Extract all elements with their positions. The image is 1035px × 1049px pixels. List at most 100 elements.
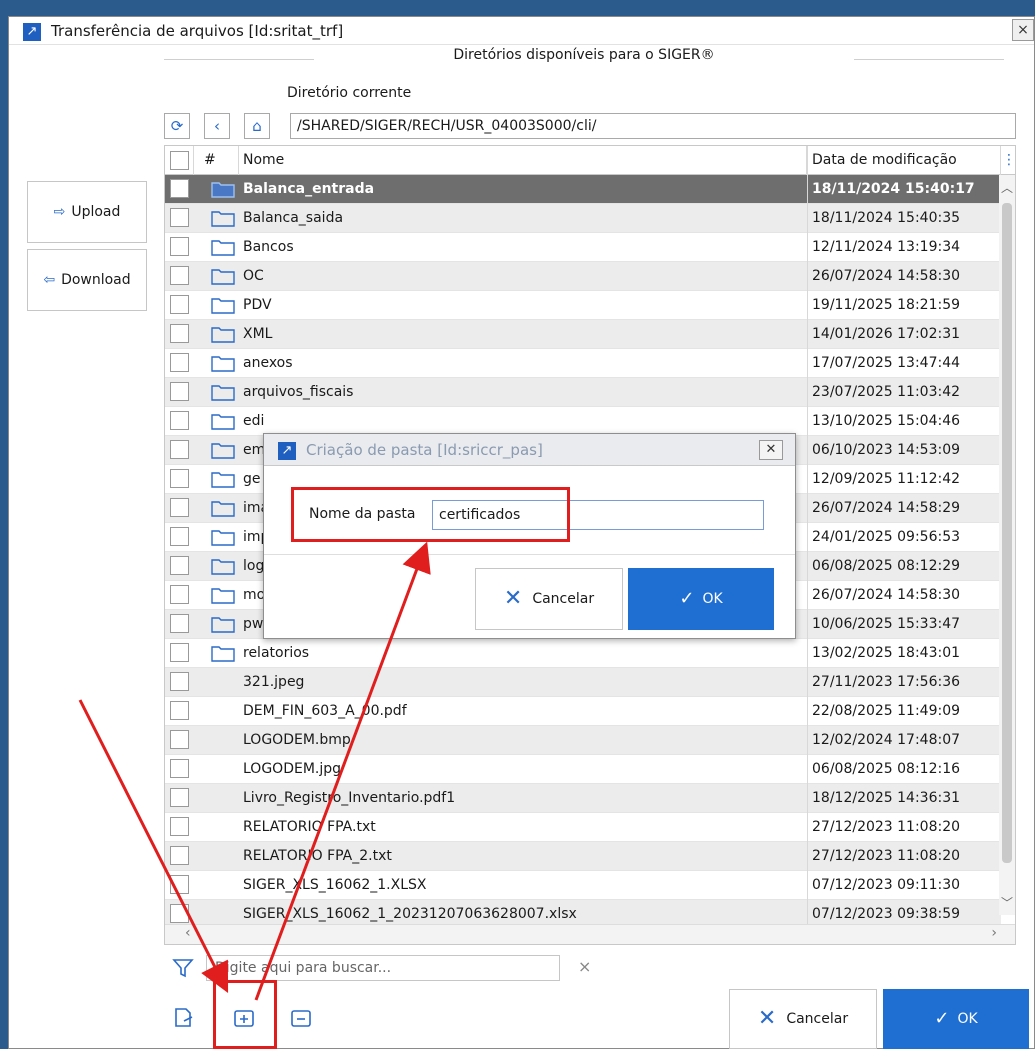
horizontal-scrollbar[interactable]: ‹ › bbox=[165, 924, 1015, 944]
section-title: Diretórios disponíveis para o SIGER® bbox=[164, 47, 1004, 71]
row-checkbox[interactable] bbox=[170, 701, 189, 720]
dialog-cancel-button[interactable]: ✕ Cancelar bbox=[475, 568, 623, 630]
row-checkbox[interactable] bbox=[170, 353, 189, 372]
window-title: Transferência de arquivos [Id:sritat_trf… bbox=[51, 22, 344, 40]
home-icon[interactable]: ⌂ bbox=[244, 113, 270, 139]
row-checkbox[interactable] bbox=[170, 875, 189, 894]
row-date: 06/10/2023 14:53:09 bbox=[807, 436, 1001, 465]
row-checkbox[interactable] bbox=[170, 904, 189, 923]
row-checkbox[interactable] bbox=[170, 208, 189, 227]
row-date: 06/08/2025 08:12:29 bbox=[807, 552, 1001, 581]
folder-icon bbox=[211, 530, 235, 546]
folder-row[interactable]: anexos 17/07/2025 13:47:44 bbox=[165, 349, 1001, 378]
folder-row[interactable]: XML 14/01/2026 17:02:31 bbox=[165, 320, 1001, 349]
folder-icon bbox=[211, 182, 235, 198]
row-date: 12/02/2024 17:48:07 bbox=[807, 726, 1001, 755]
rename-file-icon[interactable] bbox=[164, 991, 204, 1041]
folder-row[interactable]: Balanca_saida 18/11/2024 15:40:35 bbox=[165, 204, 1001, 233]
close-icon[interactable]: ✕ bbox=[759, 440, 783, 460]
upload-button[interactable]: ⇨ Upload bbox=[27, 181, 147, 243]
row-checkbox[interactable] bbox=[170, 672, 189, 691]
header-date[interactable]: Data de modificação bbox=[807, 146, 1001, 175]
more-icon[interactable]: ⋮ bbox=[1001, 146, 1015, 175]
remove-folder-button[interactable] bbox=[281, 991, 321, 1041]
app-icon: ↗ bbox=[23, 23, 41, 41]
row-checkbox[interactable] bbox=[170, 846, 189, 865]
ok-button[interactable]: ✓ OK bbox=[883, 989, 1029, 1049]
cancel-button[interactable]: ✕ Cancelar bbox=[729, 989, 877, 1049]
folder-row[interactable]: edi 13/10/2025 15:04:46 bbox=[165, 407, 1001, 436]
row-checkbox[interactable] bbox=[170, 759, 189, 778]
row-date: 18/11/2024 15:40:35 bbox=[807, 204, 1001, 233]
file-row[interactable]: SIGER_XLS_16062_1.XLSX 07/12/2023 09:11:3… bbox=[165, 871, 1001, 900]
filter-icon[interactable] bbox=[172, 958, 194, 978]
close-icon[interactable]: × bbox=[1012, 19, 1034, 41]
file-row[interactable]: RELATORIO FPA_2.txt 27/12/2023 11:08:20 bbox=[165, 842, 1001, 871]
file-row[interactable]: DEM_FIN_603_A_00.pdf 22/08/2025 11:49:09 bbox=[165, 697, 1001, 726]
file-row[interactable]: LOGODEM.bmp 12/02/2024 17:48:07 bbox=[165, 726, 1001, 755]
scroll-down-icon[interactable]: ﹀ bbox=[1001, 894, 1013, 911]
folder-icon bbox=[211, 298, 235, 314]
file-row[interactable]: RELATORIO FPA.txt 27/12/2023 11:08:20 bbox=[165, 813, 1001, 842]
divider bbox=[264, 554, 795, 555]
back-icon[interactable]: ‹ bbox=[204, 113, 230, 139]
row-checkbox[interactable] bbox=[170, 614, 189, 633]
row-date: 07/12/2023 09:11:30 bbox=[807, 871, 1001, 900]
vertical-scrollbar[interactable]: ︿ ﹀ bbox=[999, 175, 1015, 915]
row-checkbox[interactable] bbox=[170, 266, 189, 285]
folder-row[interactable]: Bancos 12/11/2024 13:19:34 bbox=[165, 233, 1001, 262]
folder-row[interactable]: Balanca_entrada 18/11/2024 15:40:17 bbox=[165, 175, 1001, 204]
row-checkbox[interactable] bbox=[170, 730, 189, 749]
folder-row[interactable]: PDV 19/11/2025 18:21:59 bbox=[165, 291, 1001, 320]
row-checkbox[interactable] bbox=[170, 382, 189, 401]
scroll-right-icon[interactable]: › bbox=[991, 925, 997, 941]
row-checkbox[interactable] bbox=[170, 440, 189, 459]
row-checkbox[interactable] bbox=[170, 469, 189, 488]
row-checkbox[interactable] bbox=[170, 179, 189, 198]
row-date: 27/12/2023 11:08:20 bbox=[807, 842, 1001, 871]
row-checkbox[interactable] bbox=[170, 498, 189, 517]
row-date: 13/10/2025 15:04:46 bbox=[807, 407, 1001, 436]
folder-icon bbox=[211, 443, 235, 459]
folder-icon bbox=[211, 588, 235, 604]
row-checkbox[interactable] bbox=[170, 585, 189, 604]
row-checkbox[interactable] bbox=[170, 411, 189, 430]
folder-row[interactable]: OC 26/07/2024 14:58:30 bbox=[165, 262, 1001, 291]
file-row[interactable]: LOGODEM.jpg 06/08/2025 08:12:16 bbox=[165, 755, 1001, 784]
row-checkbox[interactable] bbox=[170, 324, 189, 343]
search-input[interactable]: Digite aqui para buscar... bbox=[206, 955, 560, 981]
arrow-left-icon: ⇦ bbox=[43, 272, 56, 288]
folder-row[interactable]: arquivos_fiscais 23/07/2025 11:03:42 bbox=[165, 378, 1001, 407]
download-button[interactable]: ⇦ Download bbox=[27, 249, 147, 311]
select-all-checkbox[interactable] bbox=[170, 151, 189, 170]
folder-icon bbox=[211, 646, 235, 662]
folder-row[interactable]: relatorios 13/02/2025 18:43:01 bbox=[165, 639, 1001, 668]
row-checkbox[interactable] bbox=[170, 788, 189, 807]
folder-icon bbox=[211, 327, 235, 343]
clear-search-icon[interactable]: × bbox=[578, 957, 591, 976]
annotation-box-folder-name bbox=[291, 487, 570, 542]
file-row[interactable]: Livro_Registro_Inventario.pdf1 18/12/2025… bbox=[165, 784, 1001, 813]
close-icon: ✕ bbox=[503, 586, 523, 611]
row-checkbox[interactable] bbox=[170, 817, 189, 836]
annotation-box-new-folder bbox=[213, 980, 277, 1049]
scroll-left-icon[interactable]: ‹ bbox=[185, 925, 191, 941]
row-date: 14/01/2026 17:02:31 bbox=[807, 320, 1001, 349]
header-name[interactable]: Nome bbox=[243, 146, 807, 175]
row-name: relatorios bbox=[243, 645, 310, 661]
row-checkbox[interactable] bbox=[170, 556, 189, 575]
refresh-icon[interactable]: ⟳ bbox=[164, 113, 190, 139]
scroll-up-icon[interactable]: ︿ bbox=[1001, 179, 1013, 196]
file-row[interactable]: 321.jpeg 27/11/2023 17:56:36 bbox=[165, 668, 1001, 697]
row-name: Balanca_entrada bbox=[243, 181, 375, 197]
row-checkbox[interactable] bbox=[170, 643, 189, 662]
scroll-thumb[interactable] bbox=[1002, 203, 1012, 863]
path-input[interactable]: /SHARED/SIGER/RECH/USR_04003S000/cli/ bbox=[290, 113, 1016, 139]
row-date: 22/08/2025 11:49:09 bbox=[807, 697, 1001, 726]
row-date: 26/07/2024 14:58:29 bbox=[807, 494, 1001, 523]
row-checkbox[interactable] bbox=[170, 237, 189, 256]
dialog-ok-button[interactable]: ✓ OK bbox=[628, 568, 774, 630]
row-checkbox[interactable] bbox=[170, 527, 189, 546]
row-name: 321.jpeg bbox=[243, 674, 305, 690]
row-checkbox[interactable] bbox=[170, 295, 189, 314]
